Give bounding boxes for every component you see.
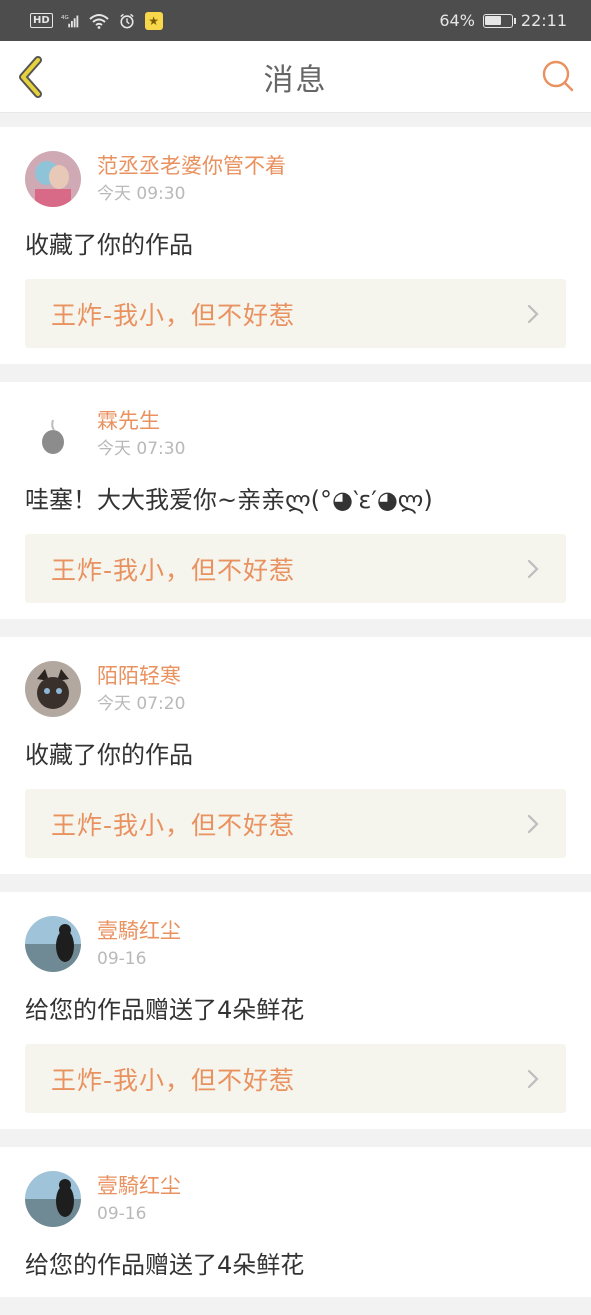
message-time: 09-16 (97, 1204, 147, 1224)
user-name[interactable]: 壹騎红尘 (97, 918, 181, 944)
message-card: 范丞丞老婆你管不着 今天 09:30 收藏了你的作品 王炸-我小，但不好惹 (0, 127, 591, 364)
message-card: 陌陌轻寒 今天 07:20 收藏了你的作品 王炸-我小，但不好惹 (0, 637, 591, 874)
wifi-icon (89, 13, 109, 29)
battery-percent: 64% (439, 11, 475, 30)
user-name[interactable]: 壹騎红尘 (97, 1173, 181, 1199)
clock: 22:11 (520, 11, 567, 30)
chevron-right-icon (527, 304, 539, 323)
message-card: 壹騎红尘 09-16 给您的作品赠送了4朵鲜花 (0, 1147, 591, 1297)
work-title: 王炸-我小，但不好惹 (51, 555, 296, 585)
battery-icon (482, 13, 516, 28)
work-title: 王炸-我小，但不好惹 (51, 810, 296, 840)
hd-badge: HD (30, 13, 53, 28)
nav-bar: 消息 (0, 41, 591, 113)
message-header: 壹騎红尘 09-16 (25, 916, 566, 972)
message-time: 09-16 (97, 949, 147, 969)
message-text: 给您的作品赠送了4朵鲜花 (25, 1251, 305, 1279)
work-title: 王炸-我小，但不好惹 (51, 1065, 296, 1095)
chevron-right-icon (527, 559, 539, 578)
avatar[interactable] (25, 916, 81, 972)
user-name[interactable]: 范丞丞老婆你管不着 (97, 153, 286, 179)
avatar[interactable] (25, 406, 81, 462)
chevron-right-icon (527, 814, 539, 833)
work-link-button[interactable]: 王炸-我小，但不好惹 (25, 789, 566, 858)
user-name[interactable]: 霖先生 (97, 408, 185, 434)
search-icon[interactable] (541, 59, 575, 93)
message-time: 今天 07:20 (97, 694, 186, 714)
avatar[interactable] (25, 1171, 81, 1227)
message-text: 收藏了你的作品 (25, 231, 193, 259)
avatar[interactable] (25, 151, 81, 207)
work-link-button[interactable]: 王炸-我小，但不好惹 (25, 279, 566, 348)
message-text: 哇塞！大大我爱你~亲亲ლ(°◕‵ε′◕ლ) (25, 486, 433, 514)
battery-level (485, 16, 502, 25)
user-meta: 壹騎红尘 09-16 (97, 1171, 181, 1227)
status-bar: HD 4G ★ 64% 22:11 (0, 0, 591, 41)
message-list: 范丞丞老婆你管不着 今天 09:30 收藏了你的作品 王炸-我小，但不好惹 霖先… (0, 127, 591, 1315)
status-left: HD 4G ★ (30, 11, 163, 30)
user-meta: 范丞丞老婆你管不着 今天 09:30 (97, 151, 286, 207)
message-header: 霖先生 今天 07:30 (25, 406, 566, 462)
message-header: 范丞丞老婆你管不着 今天 09:30 (25, 151, 566, 207)
user-meta: 壹騎红尘 09-16 (97, 916, 181, 972)
message-header: 陌陌轻寒 今天 07:20 (25, 661, 566, 717)
chevron-right-icon (527, 1069, 539, 1088)
work-link-button[interactable]: 王炸-我小，但不好惹 (25, 1044, 566, 1113)
message-header: 壹騎红尘 09-16 (25, 1171, 566, 1227)
user-meta: 陌陌轻寒 今天 07:20 (97, 661, 185, 717)
app-notification-icon: ★ (144, 11, 163, 30)
message-card: 壹騎红尘 09-16 给您的作品赠送了4朵鲜花 王炸-我小，但不好惹 (0, 892, 591, 1129)
work-link-button[interactable]: 王炸-我小，但不好惹 (25, 534, 566, 603)
page-title: 消息 (263, 62, 328, 98)
signal-icon: 4G (61, 15, 78, 27)
message-text: 给您的作品赠送了4朵鲜花 (25, 996, 305, 1024)
message-text: 收藏了你的作品 (25, 741, 193, 769)
chevron-left-icon[interactable] (14, 55, 50, 99)
alarm-icon (119, 13, 134, 28)
message-time: 今天 09:30 (97, 184, 186, 204)
user-meta: 霖先生 今天 07:30 (97, 406, 185, 462)
status-right: 64% 22:11 (439, 11, 567, 30)
svg-text:4G: 4G (61, 15, 69, 21)
avatar[interactable] (25, 661, 81, 717)
message-card: 霖先生 今天 07:30 哇塞！大大我爱你~亲亲ლ(°◕‵ε′◕ლ) 王炸-我小… (0, 382, 591, 619)
user-name[interactable]: 陌陌轻寒 (97, 663, 185, 689)
work-title: 王炸-我小，但不好惹 (51, 300, 296, 330)
message-time: 今天 07:30 (97, 439, 186, 459)
